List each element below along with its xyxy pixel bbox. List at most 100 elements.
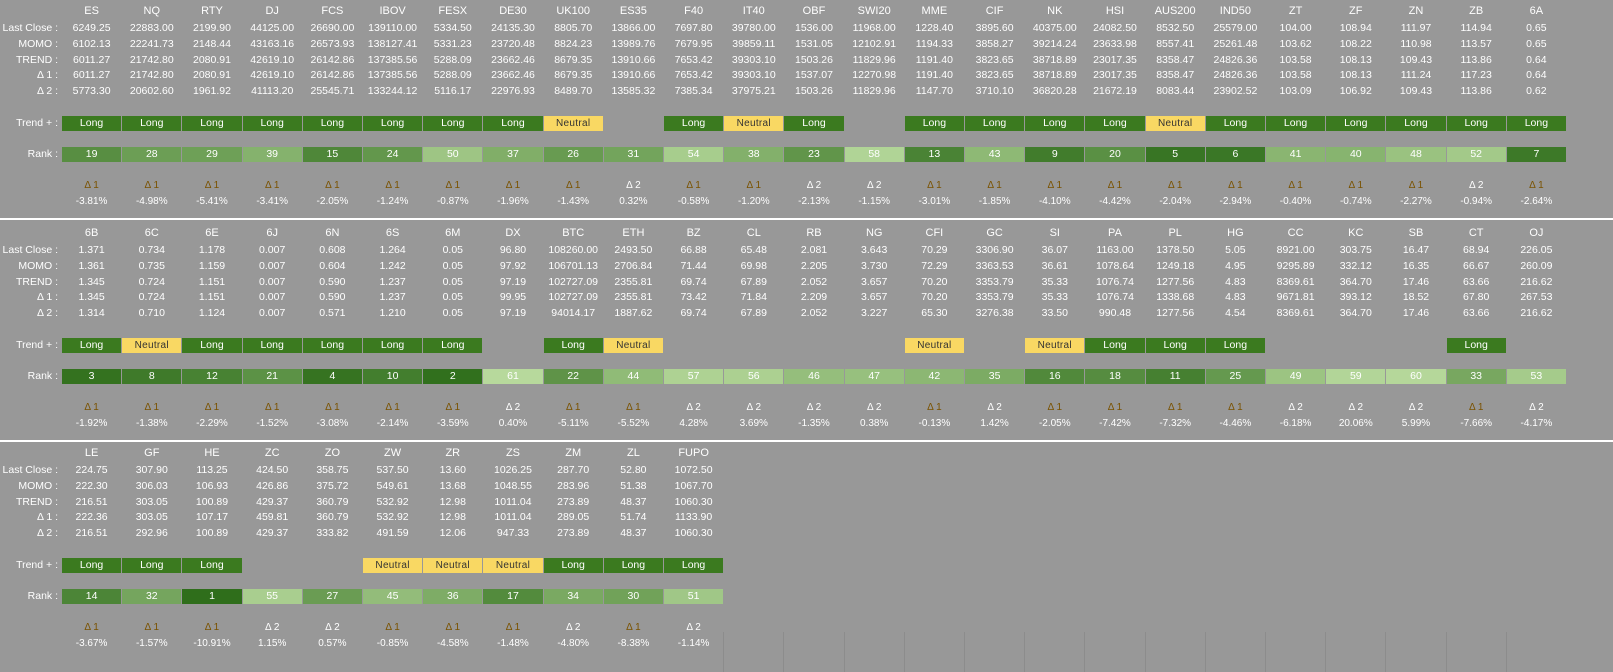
symbol-header: ZC <box>264 447 280 459</box>
value-momo: 0.05 <box>442 260 463 272</box>
delta-label: Δ 1 <box>565 180 581 191</box>
value-momo: 1.159 <box>198 260 226 272</box>
trend-label: TREND : <box>16 496 58 508</box>
value-d2: 63.66 <box>1463 307 1490 319</box>
value-last-close: 65.48 <box>740 244 767 256</box>
value-d1: 267.53 <box>1520 291 1553 303</box>
value-last-close: 0.007 <box>259 244 286 256</box>
trend-badge: Long <box>302 116 362 131</box>
value-last-close: 1.371 <box>78 244 105 256</box>
rank-cell: 31 <box>603 147 663 162</box>
value-d1: 23662.46 <box>491 69 535 81</box>
value-last-close: 104.00 <box>1279 22 1312 34</box>
delta-label: Δ 1 <box>325 402 340 413</box>
value-momo: 1078.64 <box>1096 260 1134 272</box>
rank-cell: 43 <box>965 147 1025 162</box>
trend-badge: Long <box>62 558 122 573</box>
value-momo: 2.205 <box>800 260 828 272</box>
pct-change: -1.48% <box>497 638 529 649</box>
value-d1: 393.12 <box>1339 291 1372 303</box>
value-trend: 0.590 <box>319 276 346 288</box>
rank-cell: 50 <box>423 147 483 162</box>
delta-label: Δ 1 <box>1228 180 1243 191</box>
delta-label: Δ 2 <box>686 402 701 413</box>
trend-badge: Long <box>664 558 724 573</box>
value-trend: 1.151 <box>198 276 226 288</box>
value-d1: 24826.36 <box>1213 69 1258 81</box>
symbol-header: FCS <box>321 5 344 17</box>
rank-label: Rank : <box>27 148 58 160</box>
delta-label: Δ 1 <box>1047 402 1063 413</box>
value-d2: 0.007 <box>259 307 286 319</box>
rank-cell: 13 <box>904 147 964 162</box>
rank-cell: 45 <box>363 589 423 604</box>
value-d1: 1.345 <box>78 291 105 303</box>
trend-badge: Long <box>664 116 724 131</box>
value-momo: 3.730 <box>861 260 888 272</box>
value-momo: 51.38 <box>620 480 647 492</box>
value-last-close: 6249.25 <box>72 22 111 34</box>
symbol-header: ZF <box>1349 5 1363 17</box>
pct-change: -2.29% <box>196 418 228 429</box>
value-last-close: 13.60 <box>439 464 466 476</box>
value-last-close: 8805.70 <box>554 22 593 34</box>
symbol-header: 6S <box>385 227 400 239</box>
value-momo: 5331.23 <box>433 38 472 50</box>
symbol-header: CT <box>1468 227 1484 239</box>
rank-cell: 7 <box>1506 147 1566 162</box>
value-last-close: 5.05 <box>1225 244 1246 256</box>
value-trend: 1.237 <box>379 276 406 288</box>
symbol-header: ZW <box>384 447 402 459</box>
value-trend: 24826.36 <box>1213 54 1258 66</box>
trend-label: TREND : <box>16 276 58 288</box>
trend-badge: Long <box>1446 338 1506 353</box>
pct-change: -4.58% <box>436 638 469 649</box>
pct-change: -0.85% <box>376 638 409 649</box>
last-close-label: Last Close : <box>2 244 58 256</box>
value-trend: 303.05 <box>135 496 168 508</box>
symbol-header: OBF <box>802 5 826 17</box>
value-d1: 1133.90 <box>675 511 713 523</box>
value-d2: 292.96 <box>135 527 168 539</box>
value-trend: 216.62 <box>1520 276 1553 288</box>
rank-cell: 12 <box>182 369 242 384</box>
pct-change: 1.42% <box>980 418 1009 429</box>
value-last-close: 307.90 <box>135 464 168 476</box>
value-trend: 102727.09 <box>548 276 598 288</box>
value-d2: 109.43 <box>1399 85 1433 97</box>
rank-cell: 26 <box>543 147 603 162</box>
delta2-label: Δ 2 : <box>36 307 58 319</box>
rank-cell: 19 <box>62 147 122 162</box>
symbol-header: SI <box>1049 227 1060 239</box>
delta-label: Δ 2 <box>565 622 581 633</box>
delta-label: Δ 1 <box>204 622 220 633</box>
value-trend: 1076.74 <box>1096 276 1134 288</box>
symbol-header: FESX <box>438 5 468 17</box>
symbol-header: RTY <box>201 5 223 17</box>
delta-label: Δ 1 <box>144 180 160 191</box>
value-d1: 222.36 <box>75 511 108 523</box>
value-trend: 48.37 <box>620 496 647 508</box>
value-trend: 3.657 <box>861 276 888 288</box>
value-d2: 1503.26 <box>795 85 833 97</box>
trend-badge: Long <box>182 116 242 131</box>
value-d1: 12.98 <box>439 511 466 523</box>
value-d1: 0.05 <box>442 291 463 303</box>
value-trend: 39303.10 <box>731 54 776 66</box>
trend-badge: Long <box>1085 338 1145 353</box>
trend-badge: Neutral <box>1145 116 1205 131</box>
value-last-close: 1072.50 <box>674 464 713 476</box>
value-trend: 109.43 <box>1399 54 1433 66</box>
value-trend: 429.37 <box>256 496 289 508</box>
value-d1: 67.80 <box>1463 291 1490 303</box>
value-d2: 37975.21 <box>731 85 776 97</box>
value-trend: 8679.35 <box>554 54 593 66</box>
symbol-header: BZ <box>686 227 701 239</box>
trend-badge: Long <box>62 116 122 131</box>
delta-label: Δ 1 <box>1348 180 1364 191</box>
value-d1: 99.95 <box>499 291 527 303</box>
value-d2: 5116.17 <box>434 85 472 97</box>
value-d2: 4.54 <box>1225 307 1246 319</box>
value-momo: 0.007 <box>259 260 286 272</box>
delta-label: Δ 1 <box>1107 180 1123 191</box>
